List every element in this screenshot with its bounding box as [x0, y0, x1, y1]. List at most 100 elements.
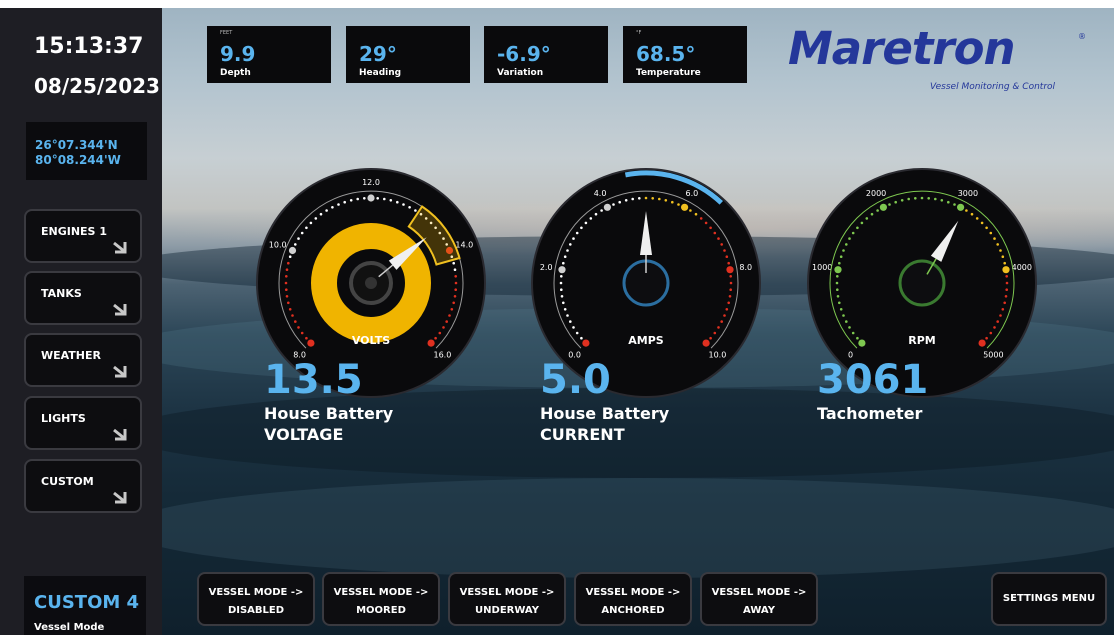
- button-line2: UNDERWAY: [475, 605, 539, 616]
- scale-dot: [934, 197, 937, 201]
- scale-dot: [414, 209, 417, 212]
- variation-value: -6.9°: [497, 42, 551, 66]
- tick-marker: [603, 203, 611, 211]
- scale-dot: [442, 326, 445, 329]
- scale-dot: [287, 261, 290, 265]
- tick-label: 4000: [1012, 263, 1032, 272]
- sidebar: 15:13:37 08/25/2023 26°07.344'N 80°08.24…: [0, 8, 162, 635]
- current-title: House Battery: [540, 404, 670, 423]
- tick-label: 4.0: [594, 189, 607, 198]
- scale-dot: [856, 226, 859, 230]
- scale-dot: [920, 196, 924, 200]
- settings-menu-button[interactable]: SETTINGS MENU: [991, 572, 1107, 626]
- scale-dot: [563, 255, 567, 258]
- logo-wordmark: Maretron: [788, 22, 1016, 75]
- scale-dot: [580, 336, 583, 340]
- scale-dot: [689, 209, 692, 212]
- scale-dot: [993, 326, 996, 329]
- tick-marker: [307, 339, 315, 347]
- tick-marker: [726, 266, 734, 274]
- longitude: 80°08.244'W: [35, 153, 121, 167]
- scale-dot: [989, 231, 993, 235]
- tick-label: 12.0: [362, 178, 380, 187]
- scale-dot: [842, 249, 845, 252]
- scale-dot: [284, 281, 288, 285]
- scale-dot: [836, 295, 840, 298]
- button-line1: VESSEL MODE ->: [333, 587, 429, 598]
- tick-marker: [978, 339, 986, 347]
- scale-dot: [729, 288, 732, 291]
- scale-dot: [953, 203, 956, 206]
- scale-dot: [575, 231, 579, 235]
- scale-dot: [305, 226, 308, 230]
- vessel-mode-away-button[interactable]: VESSEL MODE -> AWAY: [700, 572, 818, 626]
- arrow-down-right-icon: [113, 491, 127, 504]
- scale-dot: [845, 320, 848, 323]
- scale-dot: [584, 221, 588, 225]
- tick-label: 1000: [812, 263, 832, 272]
- rpm-unit-label: RPM: [908, 334, 935, 347]
- background-wave: [162, 478, 1114, 578]
- tick-label: 3000: [958, 189, 978, 198]
- scale-dot: [1005, 275, 1008, 278]
- tick-marker: [558, 266, 566, 274]
- voltage-reading: 13.5 House Battery VOLTAGE: [264, 360, 393, 444]
- scale-dot: [940, 199, 944, 202]
- nav-button-weather[interactable]: WEATHER: [24, 333, 142, 387]
- scale-dot: [396, 200, 399, 204]
- scale-dot: [970, 212, 974, 216]
- tick-marker: [288, 246, 297, 255]
- gps-position: 26°07.344'N 80°08.244'W: [26, 122, 147, 180]
- tick-marker: [367, 194, 375, 202]
- scale-dot: [294, 320, 297, 323]
- vessel-mode-anchored-button[interactable]: VESSEL MODE -> ANCHORED: [574, 572, 692, 626]
- scale-dot: [580, 226, 583, 230]
- scale-dot: [1005, 288, 1008, 291]
- nav-button-custom[interactable]: CUSTOM: [24, 459, 142, 513]
- scale-dot: [999, 314, 1002, 317]
- scale-dot: [907, 197, 910, 201]
- tick-marker: [582, 339, 590, 347]
- nav-button-lights[interactable]: LIGHTS: [24, 396, 142, 450]
- depth-unit: FEET: [220, 30, 233, 36]
- scale-dot: [1001, 255, 1005, 258]
- voltage-value: 13.5: [264, 357, 363, 403]
- scale-dot: [562, 261, 565, 265]
- tick-marker: [427, 339, 435, 347]
- scale-dot: [631, 197, 634, 201]
- scale-dot: [725, 255, 729, 258]
- scale-dot: [572, 237, 575, 240]
- scale-dot: [996, 320, 999, 323]
- nav-button-tanks[interactable]: TANKS: [24, 271, 142, 325]
- maretron-logo: Maretron ® Vessel Monitoring & Control: [788, 22, 1086, 92]
- depth-value: 9.9: [220, 42, 256, 66]
- scale-dot: [297, 237, 300, 240]
- scale-dot: [572, 326, 575, 329]
- tick-marker: [957, 203, 965, 211]
- vessel-mode-moored-button[interactable]: VESSEL MODE -> MOORED: [322, 572, 440, 626]
- tick-marker: [702, 339, 710, 347]
- vessel-mode-label: Vessel Mode: [34, 622, 105, 633]
- nav-button-engines[interactable]: ENGINES 1: [24, 209, 142, 263]
- scale-dot: [434, 336, 437, 340]
- scale-dot: [839, 255, 843, 258]
- scale-dot: [402, 203, 405, 206]
- tachometer-reading: 3061 Tachometer: [817, 360, 928, 423]
- scale-dot: [996, 243, 999, 246]
- scale-dot: [860, 221, 864, 225]
- current-reading: 5.0 House Battery CURRENT: [540, 360, 669, 444]
- scale-dot: [562, 301, 565, 305]
- vessel-mode-underway-button[interactable]: VESSEL MODE -> UNDERWAY: [448, 572, 566, 626]
- scale-dot: [888, 203, 891, 206]
- tick-marker: [681, 203, 689, 211]
- scale-dot: [677, 203, 680, 206]
- scale-dot: [980, 221, 984, 225]
- scale-dot: [309, 221, 313, 225]
- scale-dot: [1004, 295, 1008, 298]
- scale-dot: [838, 301, 841, 305]
- vessel-mode-disabled-button[interactable]: VESSEL MODE -> DISABLED: [197, 572, 315, 626]
- arrow-down-right-icon: [113, 303, 127, 316]
- scale-dot: [725, 308, 729, 311]
- scale-dot: [729, 281, 733, 285]
- scale-dot: [288, 255, 292, 258]
